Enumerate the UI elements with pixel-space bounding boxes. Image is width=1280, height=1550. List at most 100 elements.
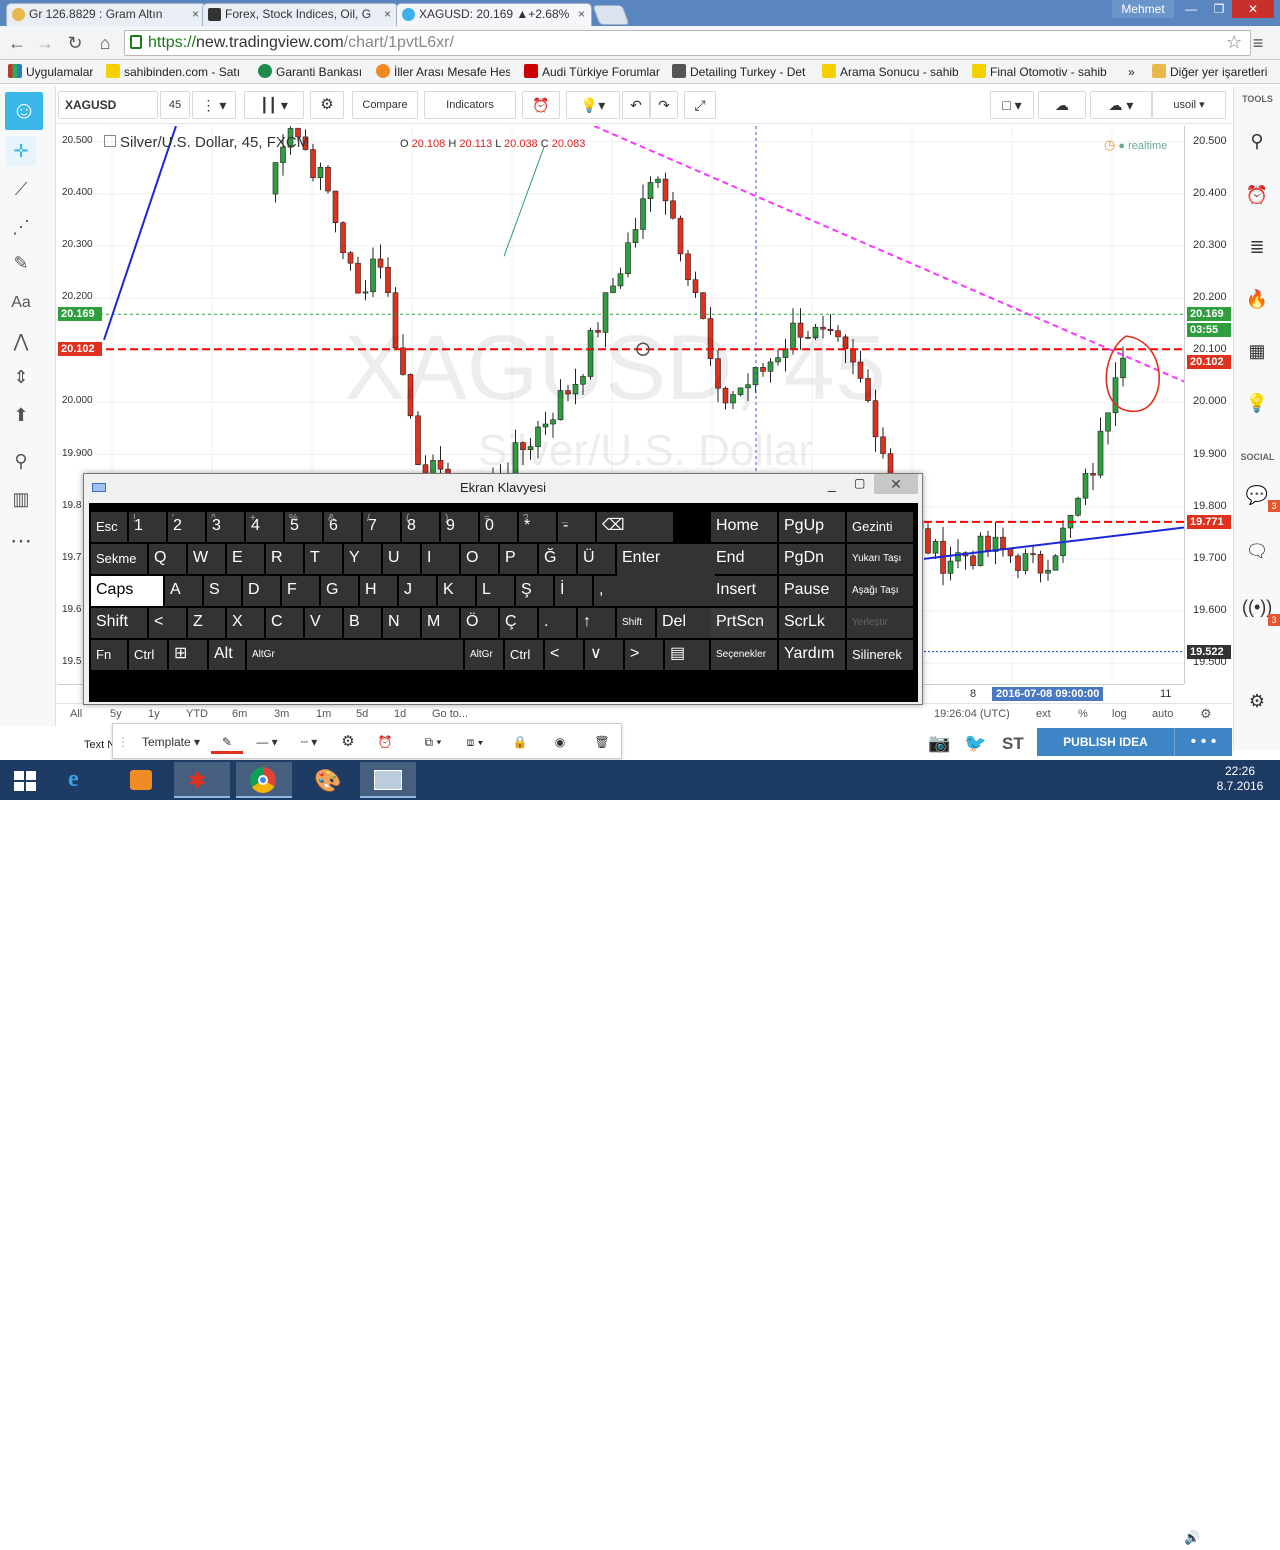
- key-seçenekler[interactable]: Seçenekler: [711, 640, 777, 670]
- interval-select[interactable]: 45: [160, 91, 190, 119]
- toggle-auto[interactable]: auto: [1152, 708, 1173, 720]
- osk-app[interactable]: [360, 762, 416, 798]
- minimize-button[interactable]: —: [1176, 0, 1206, 18]
- key-letter[interactable]: .: [539, 608, 576, 638]
- key-right[interactable]: >: [625, 640, 663, 670]
- clock-utc[interactable]: 19:26:04 (UTC): [934, 708, 1010, 720]
- taskbar-clock[interactable]: 22:26 8.7.2016: [1210, 764, 1270, 794]
- key-letter[interactable]: V: [305, 608, 342, 638]
- home-icon[interactable]: ⌂: [94, 32, 116, 54]
- touch-keyboard-icon[interactable]: ⌨: [1072, 1530, 1095, 1550]
- toggle-log[interactable]: log: [1112, 708, 1127, 720]
- camera-icon[interactable]: 📷: [928, 733, 950, 754]
- range-1y[interactable]: 1y: [148, 708, 160, 720]
- smiley-icon[interactable]: ☺: [5, 92, 43, 130]
- candle-type-icon[interactable]: ┃┃ ▾: [244, 91, 304, 119]
- key-letter[interactable]: W: [188, 544, 225, 574]
- bookmark-apps[interactable]: Uygulamalar: [8, 63, 93, 81]
- key-letter[interactable]: G: [321, 576, 358, 606]
- forex-app[interactable]: ✱: [174, 762, 230, 798]
- volume-icon[interactable]: 🔊: [1184, 1530, 1200, 1546]
- bookmark-other[interactable]: Diğer yer işaretleri: [1152, 63, 1267, 81]
- range-1m[interactable]: 1m: [316, 708, 331, 720]
- drawing-settings-icon[interactable]: ⚙: [333, 730, 363, 754]
- key-down[interactable]: ∨: [585, 640, 623, 670]
- key-letter[interactable]: D: [243, 576, 280, 606]
- collapse-icon[interactable]: [104, 135, 116, 147]
- key-letter[interactable]: A: [165, 576, 202, 606]
- new-tab-button[interactable]: [592, 5, 630, 25]
- forward-icon[interactable]: →: [34, 32, 56, 54]
- settings-gear-icon[interactable]: ⚙: [310, 91, 344, 119]
- close-icon[interactable]: ×: [192, 4, 199, 25]
- key-letter[interactable]: R: [266, 544, 303, 574]
- key-pause[interactable]: Pause: [779, 576, 845, 606]
- stocktwits-button[interactable]: ST: [1002, 734, 1024, 754]
- crosshair-icon[interactable]: ✛: [6, 136, 36, 166]
- key-letter[interactable]: ,: [594, 576, 631, 606]
- key-caps[interactable]: Caps: [91, 576, 163, 606]
- visibility-eye-icon[interactable]: ◉: [545, 730, 575, 754]
- keyboard-close-button[interactable]: ✕: [874, 474, 918, 494]
- key-letter[interactable]: J: [399, 576, 436, 606]
- key-digit[interactable]: 3 ^: [207, 512, 244, 542]
- media-player-app[interactable]: [114, 762, 170, 798]
- hotlist-flame-icon[interactable]: 🔥: [1242, 284, 1272, 314]
- compare-button[interactable]: Compare: [352, 91, 418, 119]
- key-tab[interactable]: Sekme: [91, 544, 147, 574]
- key-letter[interactable]: Ş: [516, 576, 553, 606]
- key-yardım[interactable]: Yardım: [779, 640, 845, 670]
- key-digit[interactable]: - _: [558, 512, 595, 542]
- key-alt[interactable]: Alt: [209, 640, 245, 670]
- twitter-icon[interactable]: 🐦: [964, 733, 986, 754]
- key-letter[interactable]: F: [282, 576, 319, 606]
- scale-settings-icon[interactable]: ⚙: [1200, 706, 1212, 722]
- lightbulb-icon[interactable]: 💡▾: [566, 91, 620, 119]
- arrange-icon[interactable]: ⧉ ▾: [415, 730, 451, 754]
- key-aşağı-taşı[interactable]: Aşağı Taşı: [847, 576, 913, 606]
- key-letter[interactable]: K: [438, 576, 475, 606]
- key-fn[interactable]: Fn: [91, 640, 127, 670]
- line-color-icon[interactable]: ✎: [211, 730, 243, 754]
- key-windows[interactable]: ⊞: [169, 640, 207, 670]
- key-insert[interactable]: Insert: [711, 576, 777, 606]
- text-tool-icon[interactable]: Aa: [6, 288, 36, 318]
- bookmark-mesafe[interactable]: İller Arası Mesafe Hes: [376, 63, 510, 81]
- arrow-up-icon[interactable]: ⬆: [6, 400, 36, 430]
- undo-icon[interactable]: ↶: [622, 91, 650, 119]
- news-list-icon[interactable]: ≣: [1242, 232, 1272, 262]
- chrome-app[interactable]: [236, 762, 292, 798]
- key-backspace[interactable]: ⌫: [597, 512, 673, 542]
- tab-gram-altin[interactable]: Gr 126.8829 : Gram Altın ×: [6, 3, 206, 26]
- key-scrlk[interactable]: ScrLk: [779, 608, 845, 638]
- bookmark-audi[interactable]: Audi Türkiye Forumları: [524, 63, 660, 81]
- key-letter[interactable]: ↑: [578, 608, 615, 638]
- key-digit[interactable]: 2 ': [168, 512, 205, 542]
- maximize-button[interactable]: ▢: [854, 476, 865, 490]
- key-yerleştir[interactable]: Yerleştir: [847, 608, 913, 638]
- brush-icon[interactable]: ✎: [6, 248, 36, 278]
- key-digit[interactable]: 1!: [129, 512, 166, 542]
- key-prtscn[interactable]: PrtScn: [711, 608, 777, 638]
- indicators-button[interactable]: Indicators: [424, 91, 516, 119]
- fullscreen-icon[interactable]: ⤢: [684, 91, 716, 119]
- key-ctrl-right[interactable]: Ctrl: [505, 640, 543, 670]
- reload-icon[interactable]: ↻: [64, 32, 86, 54]
- drag-handle-icon[interactable]: ⋮: [117, 730, 129, 754]
- cloud-upload-icon[interactable]: ☁ ▾: [1090, 91, 1152, 119]
- key-letter[interactable]: E: [227, 544, 264, 574]
- bookmark-garanti[interactable]: Garanti Bankası: [258, 63, 368, 81]
- bookmark-sahibinden[interactable]: sahibinden.com - Satı: [106, 63, 246, 81]
- key-digit[interactable]: 7/: [363, 512, 400, 542]
- close-icon[interactable]: ×: [578, 4, 585, 25]
- key-digit[interactable]: 8(: [402, 512, 439, 542]
- account-button[interactable]: usoil ▾: [1152, 91, 1226, 119]
- key-letter[interactable]: I: [422, 544, 459, 574]
- key-letter[interactable]: C: [266, 608, 303, 638]
- alert-icon[interactable]: ⏰: [369, 730, 401, 754]
- alert-clock-icon[interactable]: ⏰: [522, 91, 560, 119]
- key-letter[interactable]: M: [422, 608, 459, 638]
- key-shift-left[interactable]: Shift: [91, 608, 147, 638]
- key-digit[interactable]: 4 +: [246, 512, 283, 542]
- goto-date[interactable]: Go to...: [432, 708, 468, 720]
